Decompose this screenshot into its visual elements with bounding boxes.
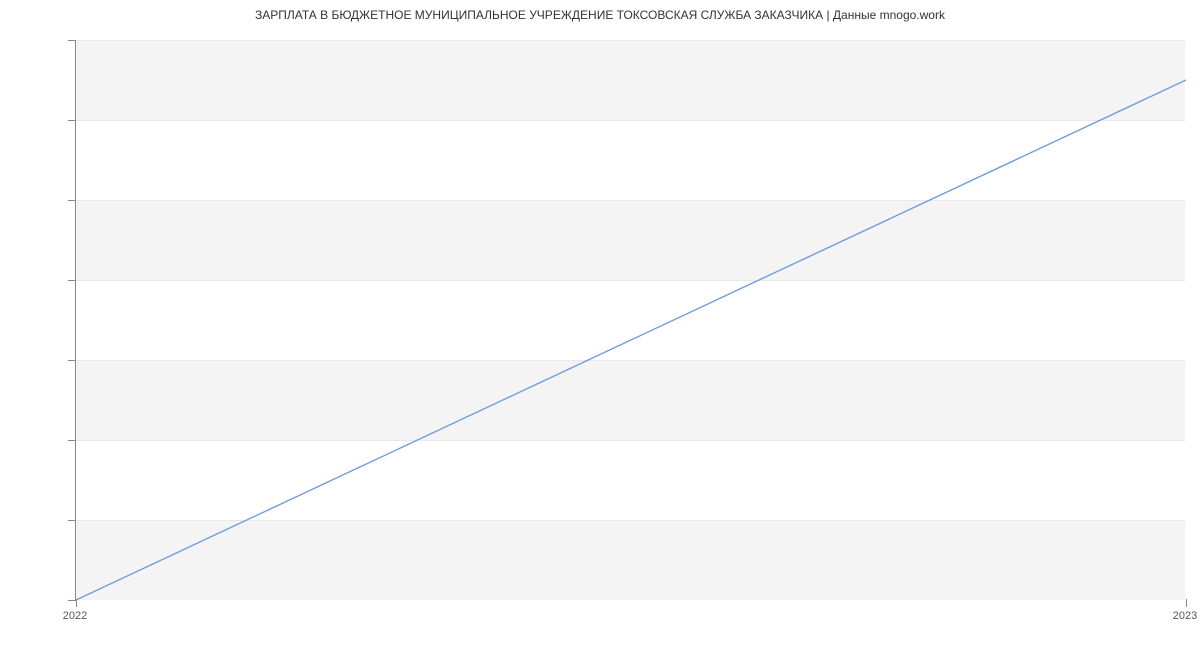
y-tick	[68, 600, 76, 601]
x-axis-label: 2023	[1173, 610, 1197, 622]
chart-title: ЗАРПЛАТА В БЮДЖЕТНОЕ МУНИЦИПАЛЬНОЕ УЧРЕЖ…	[0, 0, 1200, 22]
y-tick	[68, 520, 76, 521]
y-tick	[68, 200, 76, 201]
y-tick	[68, 360, 76, 361]
x-tick	[76, 599, 77, 607]
y-tick	[68, 440, 76, 441]
y-tick	[68, 120, 76, 121]
chart-plot: 3200034000360003800040000420004400046000…	[75, 40, 1185, 600]
y-tick	[68, 40, 76, 41]
y-tick	[68, 280, 76, 281]
x-axis-label: 2022	[63, 610, 87, 622]
data-line	[76, 40, 1186, 600]
x-tick	[1186, 599, 1187, 607]
plot-area	[75, 40, 1185, 600]
